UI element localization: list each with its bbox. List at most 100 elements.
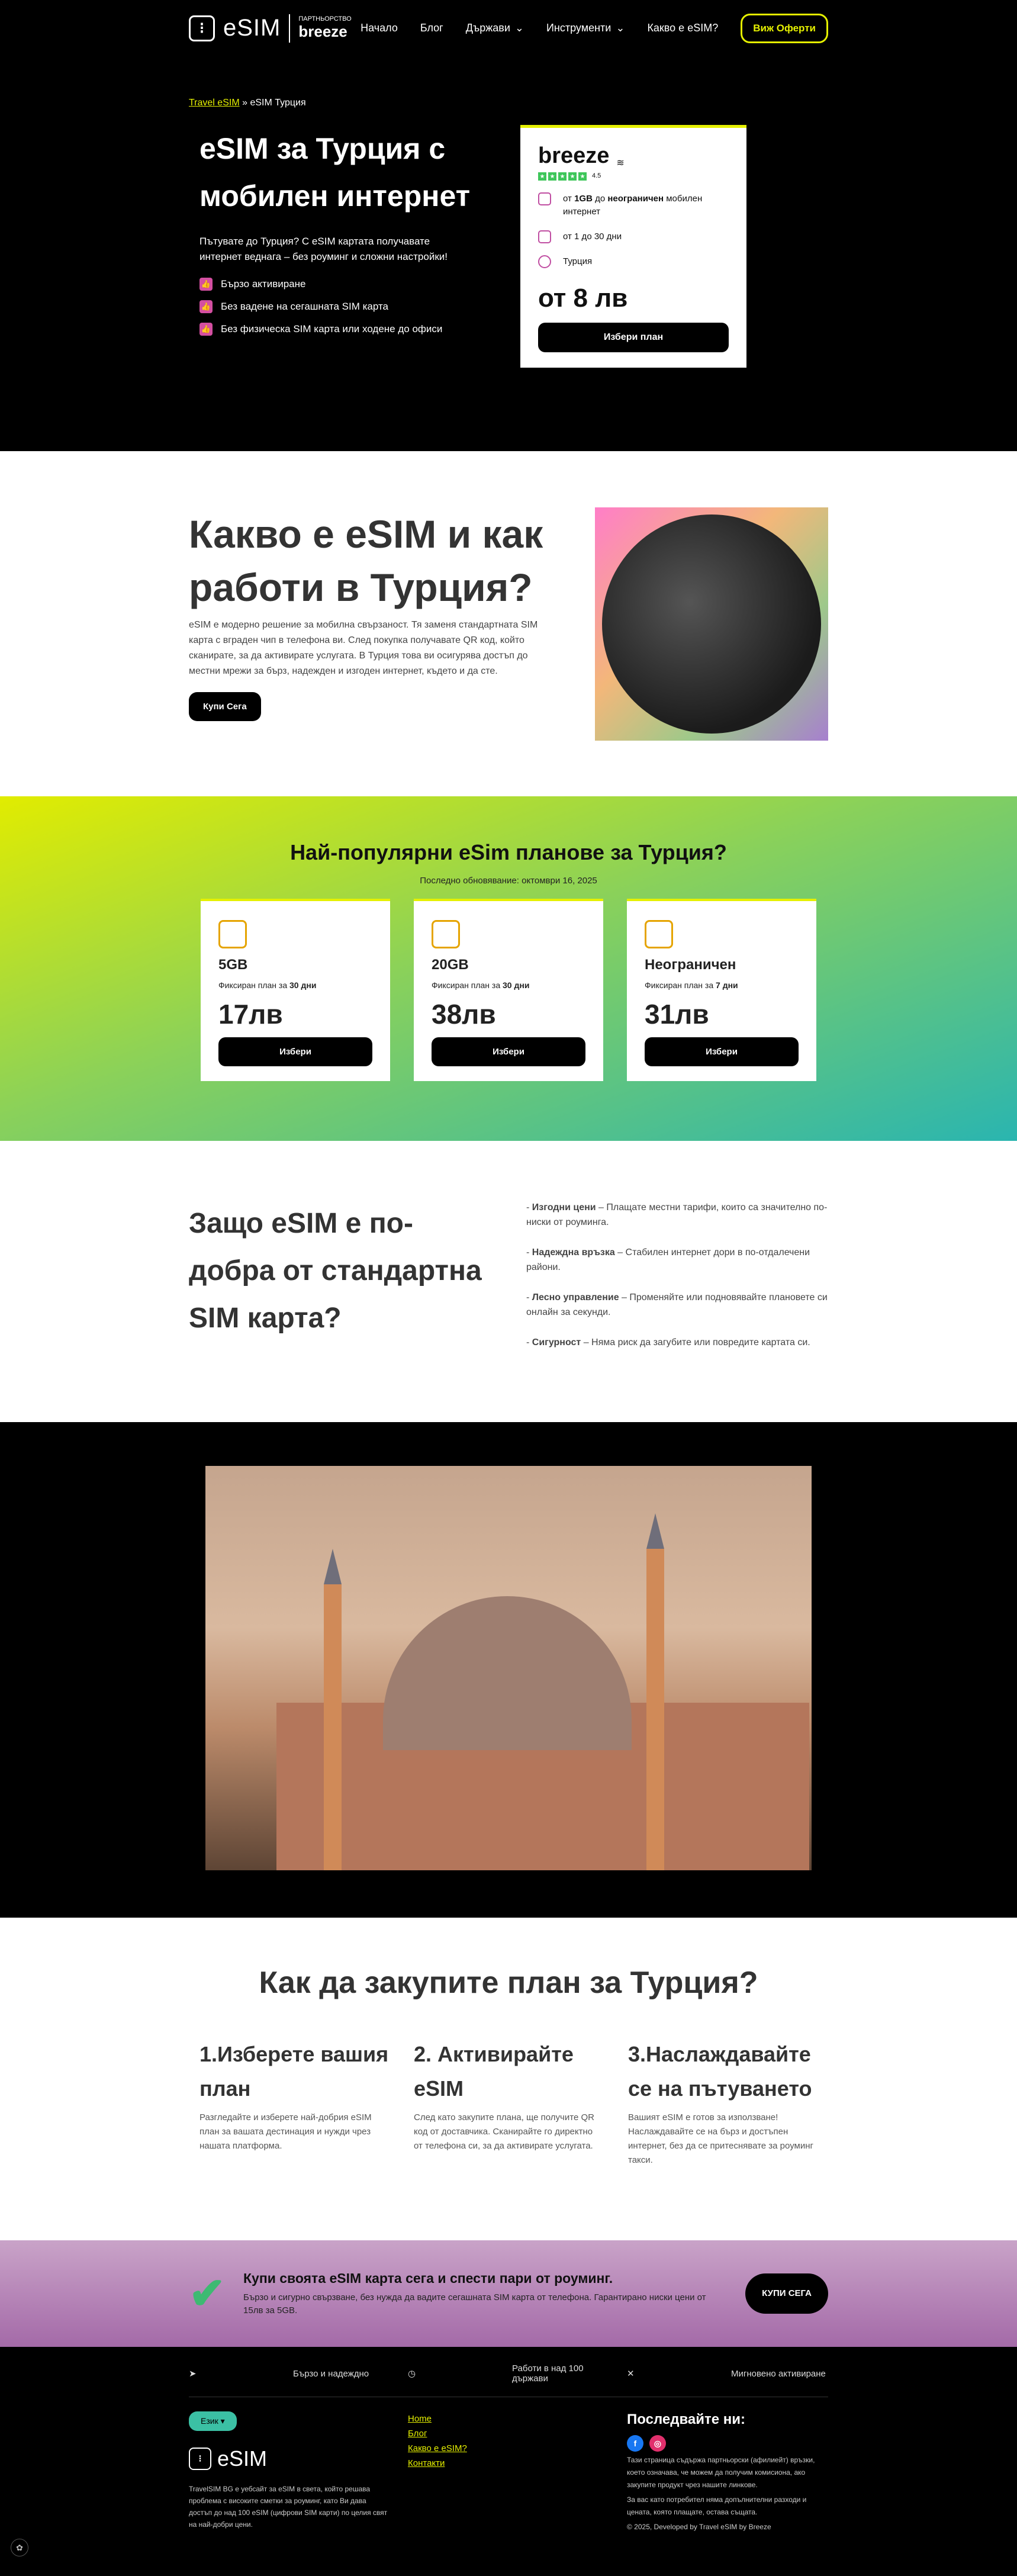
cta-text-block: Купи своята eSIM карта сега и спести пар… [243, 2271, 728, 2317]
step-item: 1.Изберете вашия план Разгледайте и избе… [199, 2037, 389, 2167]
plans-updated: Последно обновявание: октомври 16, 2025 [420, 876, 597, 886]
feature-text: Работи в над 100 държави [512, 2363, 584, 2384]
plan-price: 17лв [218, 999, 283, 1030]
feature-item: ➤ Бързо и надеждно [189, 2363, 390, 2384]
language-selector[interactable]: Език ▾ [189, 2411, 237, 2431]
footer-links: Home Блог Какво е eSIM? Контакти [408, 2411, 609, 2533]
plan-card: 20GB Фиксиран план за 30 дни 38лв Избери [414, 899, 603, 1081]
phone-sim-image [595, 507, 828, 741]
building-dome [383, 1596, 632, 1750]
plan-duration: Фиксиран план за 30 дни [218, 980, 372, 990]
why-item-label: Изгодни цени [532, 1202, 596, 1213]
steps-list: 1.Изберете вашия план Разгледайте и избе… [189, 2037, 828, 2167]
benefit-text: Без ваденe на сегашната SIM карта [221, 301, 389, 312]
footer-link-blog[interactable]: Блог [408, 2426, 609, 2441]
view-offers-button[interactable]: Виж Оферти [741, 13, 828, 43]
facebook-icon[interactable]: f [627, 2435, 643, 2452]
footer-link-what-is-esim[interactable]: Какво е eSIM? [408, 2441, 609, 2456]
what-is-text: eSIM е модерно решение за мобилна свърза… [189, 620, 538, 676]
instagram-icon[interactable]: ◎ [649, 2435, 666, 2452]
minaret [324, 1549, 342, 1870]
plan-duration-days: 7 дни [716, 980, 738, 990]
hero-title: eSIM за Турция с мобилен интернет [199, 132, 471, 213]
site-footer: ➤ Бързо и надеждно ◷ Работи в над 100 държ… [0, 2347, 1017, 2576]
tools-icon: ✕ [627, 2369, 635, 2379]
card-brand: breeze ≋ [538, 143, 729, 169]
partner-brand: breeze [298, 22, 347, 40]
plan-duration-days: 30 дни [289, 980, 317, 990]
sim-chip-icon: ⁝ [189, 2448, 211, 2470]
why-item: - Сигурност – Няма риск да загубите или … [526, 1337, 810, 1348]
calendar-icon [538, 230, 551, 243]
nav-what-is-esim[interactable]: Какво е eSIM? [647, 22, 718, 34]
card-days: от 1 до 30 дни [563, 231, 622, 242]
hero-lead: Пътувате до Турция? С eSIM картата получ… [199, 236, 448, 262]
step-text: Вашият eSIM е готов за използване! Насла… [628, 2112, 813, 2165]
plan-card: 5GB Фиксиран план за 30 дни 17лв Избери [201, 899, 390, 1081]
minaret [646, 1513, 664, 1870]
what-is-title: Какво е eSIM и как работи в Турция? [189, 512, 543, 609]
partner-caption: ПАРТНЬОРСТВО [298, 15, 352, 22]
wifi-icon [538, 192, 551, 205]
nav-countries-label: Държави [465, 22, 510, 34]
plan-list: 5GB Фиксиран план за 30 дни 17лв Избери … [0, 899, 1017, 1081]
plan-name: Неограничен [645, 957, 736, 973]
logo-divider [289, 14, 291, 43]
why-item-text: – Няма риск да загубите или повредите ка… [581, 1337, 810, 1348]
breadcrumb-current: eSIM Турция [250, 98, 306, 108]
social-links: f ◎ [627, 2435, 828, 2452]
site-logo[interactable]: ⁝ eSIM ПАРТНЬОРСТВО breeze [189, 14, 352, 43]
thumbs-up-icon: 👍 [199, 323, 213, 336]
why-item: - Лесно управление – Променяйте или подн… [526, 1292, 828, 1317]
star-icon: ★ [538, 172, 546, 181]
plan-duration-prefix: Фиксиран план за [218, 980, 290, 990]
cta-buy-button[interactable]: КУПИ СЕГА [745, 2273, 828, 2314]
thumbs-up-icon: 👍 [199, 300, 213, 313]
how-to-buy-section: Как да закупите план за Турция? 1.Избере… [0, 1918, 1017, 2240]
footer-logo[interactable]: ⁝ eSIM [189, 2446, 390, 2471]
breeze-wave-icon: ≋ [616, 158, 625, 168]
plan-select-button[interactable]: Избери [218, 1037, 372, 1066]
chevron-down-icon: ▾ [220, 2416, 225, 2426]
plan-duration: Фиксиран план за 7 дни [645, 980, 799, 990]
plan-select-button[interactable]: Избери [645, 1037, 799, 1066]
step-title: 1.Изберете вашия план [199, 2042, 389, 2101]
card-price: от 8 лв [538, 284, 628, 313]
footer-features: ➤ Бързо и надеждно ◷ Работи в над 100 държ… [189, 2347, 828, 2397]
hagia-sophia-photo [205, 1466, 812, 1870]
how-title: Как да закупите план за Турция? [259, 1966, 758, 2000]
card-data-text: от 1GB до неограничен мобилен интернет [563, 192, 729, 218]
site-header: ⁝ eSIM ПАРТНЬОРСТВО breeze Начало Блог Д… [0, 0, 1017, 56]
data-mid: до [592, 194, 608, 204]
choose-plan-button[interactable]: Избери план [538, 323, 729, 352]
nav-countries[interactable]: Държави ⌄ [466, 22, 524, 34]
plan-price: 38лв [432, 999, 496, 1030]
feature-item: ✕ Мигновено активиране [627, 2363, 828, 2384]
card-brand-name: breeze [538, 143, 610, 168]
partner-logo: ПАРТНЬОРСТВО breeze [298, 15, 351, 41]
cookie-settings-icon[interactable]: ✿ [11, 2539, 28, 2556]
nav-blog[interactable]: Блог [420, 22, 443, 34]
step-item: 3.Наслаждавайте се на пътуването Вашият … [628, 2037, 818, 2167]
feature-item: ◷ Работи в над 100 държави [408, 2363, 609, 2384]
plan-name: 20GB [432, 957, 469, 973]
offer-card: breeze ≋ ★ ★ ★ ★ ★ 4.5 от 1GB до неограничен… [520, 125, 746, 368]
plan-duration-prefix: Фиксиран план за [645, 980, 716, 990]
nav-home[interactable]: Начало [361, 22, 398, 34]
buy-now-button[interactable]: Купи Сега [189, 692, 261, 721]
benefit-text: Без физическа SIM карта или ходене до оф… [221, 323, 443, 335]
sim-card-icon [645, 920, 673, 948]
hero-section: Travel eSIM » eSIM Турция eSIM за Турция… [0, 56, 1017, 451]
plan-select-button[interactable]: Избери [432, 1037, 585, 1066]
why-item-label: Надеждна връзка [532, 1247, 615, 1258]
main-nav: Начало Блог Държави ⌄ Инструменти ⌄ Какво … [361, 13, 828, 43]
nav-tools[interactable]: Инструменти ⌄ [546, 22, 625, 34]
breadcrumb-link[interactable]: Travel eSIM [189, 98, 240, 108]
footer-columns: Език ▾ ⁝ eSIM TravelSIM BG е уебсайт за … [189, 2397, 828, 2533]
breadcrumb-separator: » [242, 98, 250, 108]
footer-link-home[interactable]: Home [408, 2411, 609, 2426]
nav-tools-label: Инструменти [546, 22, 612, 34]
footer-link-contacts[interactable]: Контакти [408, 2456, 609, 2471]
suitcase-icon [432, 920, 460, 948]
footer-follow: Последвайте ни: f ◎ Тази страница съдърж… [627, 2411, 828, 2533]
